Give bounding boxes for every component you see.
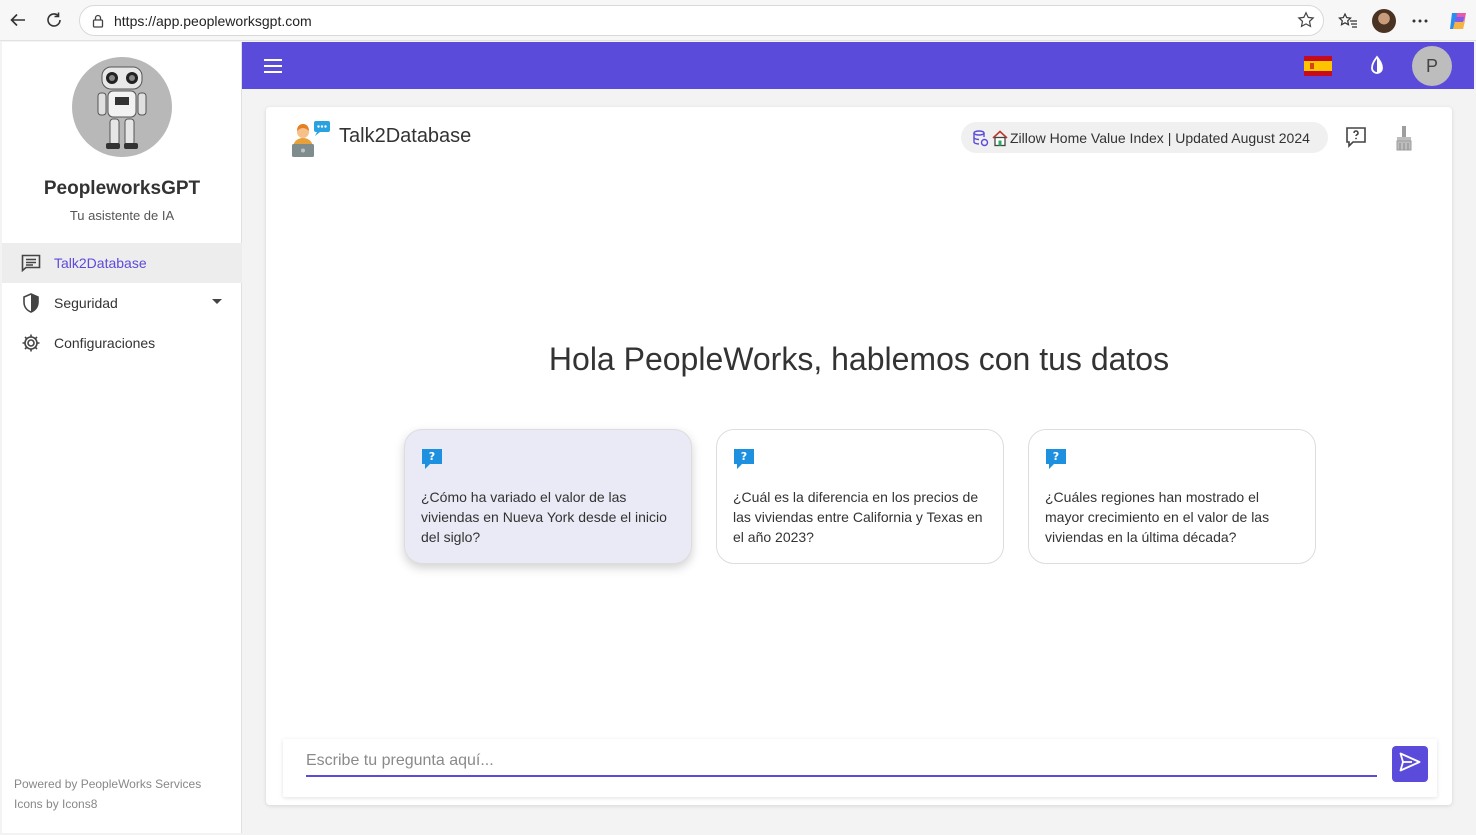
app-root: PeopleworksGPT Tu asistente de IA Talk2D… (2, 42, 1474, 833)
chat-card: Talk2Database Zillow Home Value Index | … (266, 107, 1452, 805)
url-text: https://app.peopleworksgpt.com (114, 12, 312, 29)
powered-by-text: Powered by PeopleWorks Services (14, 777, 202, 791)
back-icon[interactable] (0, 2, 36, 38)
send-button[interactable] (1392, 746, 1428, 782)
sidebar-item-label: Configuraciones (54, 335, 156, 351)
sidebar-item-seguridad[interactable]: Seguridad (2, 283, 242, 323)
sidebar-item-label: Talk2Database (54, 255, 147, 271)
theme-toggle-icon[interactable] (1366, 55, 1388, 77)
suggestion-card[interactable]: ? ¿Cómo ha variado el valor de las vivie… (404, 429, 692, 564)
sidebar-item-talk2database[interactable]: Talk2Database (2, 243, 242, 283)
browser-toolbar: https://app.peopleworksgpt.com (0, 0, 1476, 41)
app-subtitle: Tu asistente de IA (69, 208, 175, 223)
suggestion-card[interactable]: ? ¿Cuáles regiones han mostrado el mayor… (1028, 429, 1316, 564)
house-icon (991, 129, 1009, 147)
sidebar-item-label: Seguridad (54, 295, 118, 311)
sidebar-menu: Talk2Database Seguridad Configuraciones (2, 243, 242, 363)
svg-text:?: ? (429, 450, 435, 463)
icons-credit-link[interactable]: Icons by Icons8 (14, 797, 97, 811)
question-bubble-icon: ? (421, 448, 443, 470)
favorite-star-icon[interactable] (1297, 11, 1315, 34)
send-icon (1399, 752, 1421, 777)
database-icon (971, 129, 989, 147)
suggestion-text: ¿Cuáles regiones han mostrado el mayor c… (1045, 489, 1270, 545)
copilot-icon[interactable] (1443, 6, 1473, 36)
app-name: PeopleworksGPT (43, 178, 201, 199)
gear-icon (20, 332, 42, 354)
hamburger-menu-icon[interactable] (264, 54, 290, 78)
question-bubble-icon: ? (733, 448, 755, 470)
help-chat-icon[interactable] (1344, 125, 1368, 149)
greeting-heading: Hola PeopleWorks, hablemos con tus datos (548, 341, 1170, 377)
datasource-label: Zillow Home Value Index | Updated August… (1010, 129, 1310, 146)
favorites-icon[interactable] (1333, 6, 1363, 36)
suggestion-text: ¿Cómo ha variado el valor de las viviend… (421, 489, 667, 545)
top-app-bar: P (242, 42, 1474, 89)
profile-avatar[interactable] (1369, 6, 1399, 36)
user-avatar[interactable]: P (1412, 46, 1452, 86)
suggestion-card[interactable]: ? ¿Cuál es la diferencia en los precios … (716, 429, 1004, 564)
reload-icon[interactable] (36, 2, 72, 38)
more-options-icon[interactable] (1405, 6, 1435, 36)
shield-icon (20, 292, 42, 314)
datasource-chip[interactable]: Zillow Home Value Index | Updated August… (961, 122, 1328, 153)
question-input[interactable] (306, 747, 1377, 777)
chevron-down-icon[interactable] (212, 299, 222, 304)
svg-text:?: ? (741, 450, 747, 463)
broom-icon[interactable] (1392, 125, 1416, 151)
robot-avatar (72, 57, 172, 157)
chat-icon (20, 252, 42, 274)
page-title: Talk2Database (339, 125, 472, 147)
question-bubble-icon: ? (1045, 448, 1067, 470)
address-bar[interactable]: https://app.peopleworksgpt.com (79, 5, 1324, 36)
talk2database-logo-icon (290, 120, 334, 158)
question-input-bar (283, 739, 1437, 797)
suggestion-text: ¿Cuál es la diferencia en los precios de… (733, 489, 983, 545)
sidebar: PeopleworksGPT Tu asistente de IA Talk2D… (2, 42, 242, 833)
svg-text:?: ? (1053, 450, 1059, 463)
sidebar-item-configuraciones[interactable]: Configuraciones (2, 323, 242, 363)
lock-icon (88, 11, 108, 31)
spain-flag-icon[interactable] (1304, 56, 1332, 76)
